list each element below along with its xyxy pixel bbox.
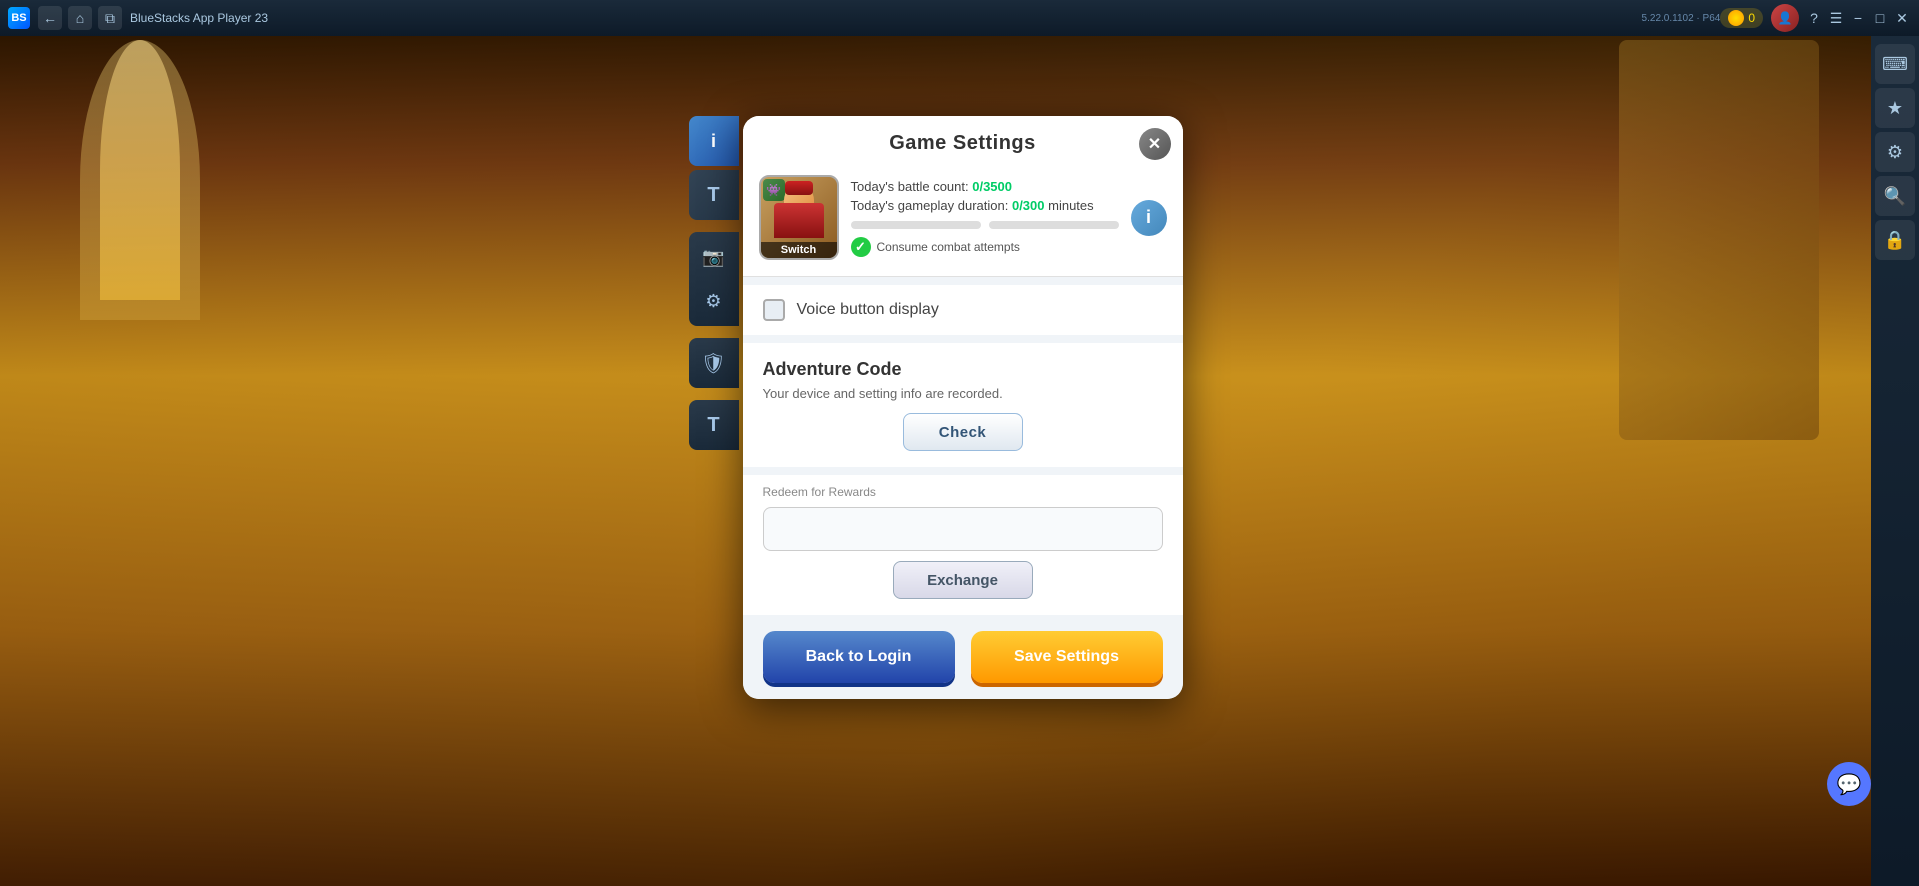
titlebar-nav: ← ⌂ ⧉ (38, 6, 122, 30)
user-avatar[interactable]: 👤 (1771, 4, 1799, 32)
back-nav-button[interactable]: ← (38, 6, 62, 30)
sidebar-settings-button[interactable]: ⚙ (1875, 132, 1915, 172)
adventure-code-section: Adventure Code Your device and setting i… (743, 343, 1183, 467)
sidebar-lock-button[interactable]: 🔒 (1875, 220, 1915, 260)
bluestacks-logo: BS (8, 7, 30, 29)
sidebar-search-button[interactable]: 🔍 (1875, 176, 1915, 216)
dialog-overlay: i T 📷 ⚙ 🛡 T Game Settings ✕ 👾 (0, 36, 1871, 886)
app-version: 5.22.0.1102 · P64 (1642, 13, 1721, 24)
close-button[interactable]: ✕ (1893, 9, 1911, 27)
character-label: Switch (761, 242, 837, 258)
window-controls: ? ☰ − □ ✕ (1805, 9, 1911, 27)
battle-count-value: 0/3500 (972, 179, 1012, 194)
shield-button[interactable]: 🛡 (695, 344, 733, 382)
coin-icon (1728, 10, 1744, 26)
voice-button-section: Voice button display (743, 285, 1183, 335)
stat-bar-1 (851, 221, 981, 229)
chat-bottom-button[interactable]: T (695, 406, 733, 444)
redeem-input[interactable] (763, 507, 1163, 551)
right-sidebar: ⌨ ★ ⚙ 🔍 🔒 (1871, 36, 1919, 886)
home-nav-button[interactable]: ⌂ (68, 6, 92, 30)
screenshot-button[interactable]: 📷 (695, 238, 733, 276)
battle-count-label: Today's battle count: (851, 179, 973, 194)
redeem-label: Redeem for Rewards (763, 485, 1163, 499)
help-button[interactable]: ? (1805, 9, 1823, 27)
shield-panel: 🛡 (689, 338, 739, 388)
consume-combat-row: ✓ Consume combat attempts (851, 237, 1119, 257)
consume-combat-label: Consume combat attempts (877, 240, 1020, 254)
game-settings-dialog: Game Settings ✕ 👾 Switch Today's battle … (743, 116, 1183, 699)
check-button[interactable]: Check (903, 413, 1023, 451)
dialog-header: Game Settings ✕ (743, 116, 1183, 165)
character-badge: 👾 (763, 179, 785, 201)
adventure-code-description: Your device and setting info are recorde… (763, 386, 1163, 401)
menu-button[interactable]: ☰ (1827, 9, 1845, 27)
gameplay-value: 0/300 (1012, 198, 1045, 213)
character-section: 👾 Switch Today's battle count: 0/3500 To… (743, 165, 1183, 277)
dialog-close-button[interactable]: ✕ (1139, 128, 1171, 160)
gameplay-label: Today's gameplay duration: (851, 198, 1012, 213)
character-stats: Today's battle count: 0/3500 Today's gam… (851, 175, 1119, 257)
info-icon: i (1146, 207, 1151, 228)
back-to-login-button[interactable]: Back to Login (763, 631, 955, 683)
restore-button[interactable]: □ (1871, 9, 1889, 27)
gameplay-unit: minutes (1045, 198, 1094, 213)
live-chat-button[interactable]: 💬 (1827, 762, 1871, 806)
gameplay-duration-line: Today's gameplay duration: 0/300 minutes (851, 198, 1119, 213)
voice-button-label: Voice button display (797, 301, 939, 319)
dialog-title: Game Settings (889, 132, 1036, 154)
game-side-panel: i T 📷 ⚙ 🛡 T (689, 116, 739, 450)
sidebar-keyboard-button[interactable]: ⌨ (1875, 44, 1915, 84)
titlebar: BS ← ⌂ ⧉ BlueStacks App Player 23 5.22.0… (0, 0, 1919, 36)
minimize-button[interactable]: − (1849, 9, 1867, 27)
info-panel-button[interactable]: i (689, 116, 739, 166)
character-body (774, 203, 824, 238)
character-hair (785, 181, 813, 195)
voice-checkbox[interactable] (763, 299, 785, 321)
coin-count: 0 (1748, 11, 1755, 25)
battle-count-line: Today's battle count: 0/3500 (851, 179, 1119, 194)
dialog-footer: Back to Login Save Settings (743, 615, 1183, 699)
check-mark-icon: ✓ (851, 237, 871, 257)
adventure-code-title: Adventure Code (763, 359, 1163, 380)
character-avatar[interactable]: 👾 Switch (759, 175, 839, 260)
stat-bars (851, 221, 1119, 229)
chat-panel-button[interactable]: T (689, 170, 739, 220)
stat-bar-2 (989, 221, 1119, 229)
settings-panel-button[interactable]: ⚙ (695, 282, 733, 320)
screenshot-panel: 📷 ⚙ (689, 232, 739, 326)
sidebar-star-button[interactable]: ★ (1875, 88, 1915, 128)
close-icon: ✕ (1148, 134, 1161, 154)
chat-bottom-panel: T (689, 400, 739, 450)
save-settings-button[interactable]: Save Settings (971, 631, 1163, 683)
app-title: BlueStacks App Player 23 (130, 11, 1638, 25)
exchange-button[interactable]: Exchange (893, 561, 1033, 599)
character-info-button[interactable]: i (1131, 200, 1167, 236)
coin-display: 0 (1720, 8, 1763, 28)
redeem-section: Redeem for Rewards Exchange (743, 475, 1183, 615)
copy-nav-button[interactable]: ⧉ (98, 6, 122, 30)
